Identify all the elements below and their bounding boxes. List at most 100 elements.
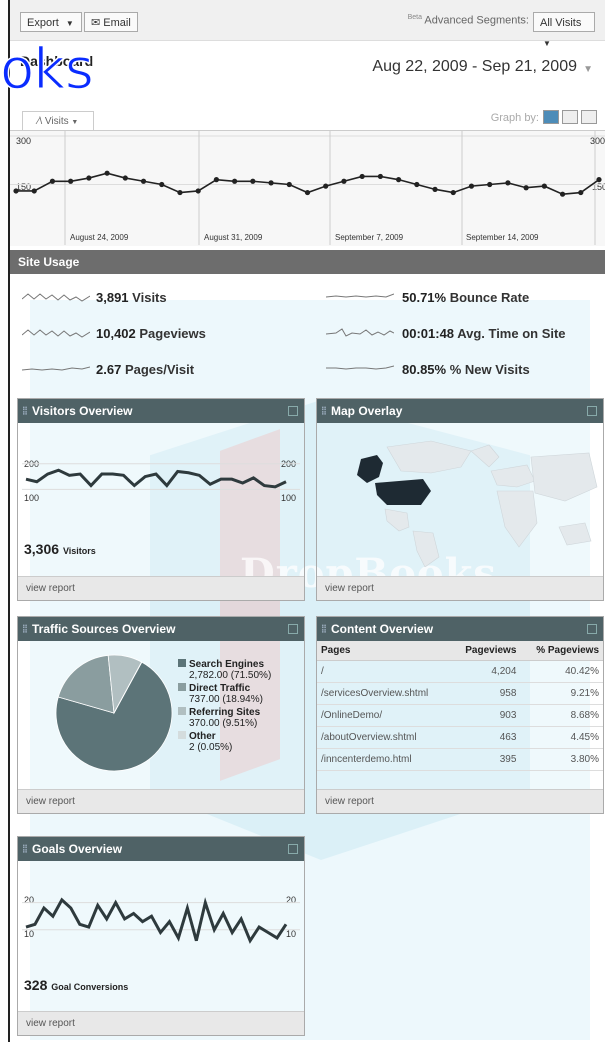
data-point: [523, 185, 529, 191]
line-graph-icon: ⁄\: [37, 116, 43, 127]
data-point: [140, 178, 147, 184]
table-row: / 4,204 40.42%: [317, 660, 603, 683]
drag-handle-icon[interactable]: ⣿: [22, 399, 28, 423]
table-row: /servicesOverview.shtml 958 9.21%: [317, 682, 603, 705]
legend-detail: 2,782.00 (71.50%): [189, 670, 272, 681]
advanced-segments-label: Beta Advanced Segments:: [408, 14, 529, 27]
graph-by-day-button[interactable]: [543, 110, 559, 124]
metric-new-visits[interactable]: 80.85% % New Visits: [402, 362, 530, 377]
sparkline-icon: [326, 293, 394, 298]
drag-handle-icon[interactable]: ⣿: [321, 617, 327, 641]
metric-select-visits[interactable]: ⁄\ Visits ▼: [22, 111, 94, 132]
metric-bounce-rate[interactable]: 50.71% Bounce Rate: [402, 290, 529, 305]
page-link[interactable]: /servicesOverview.shtml: [317, 682, 452, 705]
visits-line-chart: [10, 130, 605, 245]
x-label: August 31, 2009: [204, 233, 263, 242]
traffic-sources-panel: ⣿ Traffic Sources Overview Search Engines…: [17, 616, 305, 814]
legend-item: Search Engines 2,782.00 (71.50%): [178, 659, 271, 681]
visitors-value: 3,306: [24, 541, 60, 557]
legend-swatch: [178, 659, 186, 667]
goals-label: Goal Conversions: [51, 982, 129, 992]
percent-cell: 8.68%: [520, 704, 603, 727]
graph-by-month-button[interactable]: [581, 110, 597, 124]
page-link[interactable]: /aboutOverview.shtml: [317, 726, 452, 749]
data-point: [232, 178, 238, 184]
table-row: /aboutOverview.shtml 463 4.45%: [317, 726, 603, 749]
metric-value: 2.67: [96, 362, 122, 377]
data-point: [414, 181, 420, 188]
traffic-sources-pie-chart: [55, 654, 173, 772]
close-icon[interactable]: [288, 844, 298, 854]
advanced-segments-text: Advanced Segments:: [424, 14, 529, 27]
goals-total: 328 Goal Conversions: [24, 977, 128, 993]
data-point: [122, 175, 128, 181]
map-region-canada: [386, 440, 472, 474]
percent-cell: 4.45%: [520, 726, 603, 749]
view-report-link[interactable]: view report: [18, 1011, 304, 1035]
view-report-link[interactable]: view report: [317, 576, 603, 600]
metric-pageviews[interactable]: 10,402 Pageviews: [96, 326, 206, 341]
x-label: August 24, 2009: [70, 233, 129, 242]
panel-header[interactable]: ⣿ Traffic Sources Overview: [18, 617, 304, 641]
legend-name: Referring Sites: [189, 707, 261, 718]
metric-label: Bounce Rate: [449, 290, 530, 305]
data-point: [432, 186, 438, 192]
metric-value: 00:01:48: [402, 326, 455, 341]
legend-name: Other: [189, 731, 216, 742]
email-button[interactable]: ✉ Email: [84, 12, 138, 32]
pageviews-cell: 903: [451, 704, 521, 727]
panel-header[interactable]: ⣿ Goals Overview: [18, 837, 304, 861]
goals-value: 328: [24, 977, 48, 993]
panel-title: Goals Overview: [32, 842, 123, 856]
drag-handle-icon[interactable]: ⣿: [22, 617, 28, 641]
metric-visits[interactable]: 3,891 Visits: [96, 290, 167, 305]
panel-header[interactable]: ⣿ Content Overview: [317, 617, 603, 641]
metric-avg-time[interactable]: 00:01:48 Avg. Time on Site: [402, 326, 566, 341]
metric-value: 80.85%: [402, 362, 447, 377]
close-icon[interactable]: [288, 406, 298, 416]
chevron-down-icon[interactable]: ▼: [583, 64, 593, 75]
metric-value: 10,402: [96, 326, 136, 341]
map-region-asia: [530, 452, 598, 502]
visits-tab-label: Visits: [44, 116, 69, 127]
column-header-pages[interactable]: Pages: [317, 641, 452, 661]
data-point: [395, 177, 402, 183]
metric-label: % New Visits: [449, 362, 530, 377]
drag-handle-icon[interactable]: ⣿: [321, 399, 327, 423]
visitors-line-chart: [22, 463, 300, 490]
segment-select[interactable]: All Visits ▼: [533, 12, 595, 48]
view-report-link[interactable]: view report: [18, 576, 304, 600]
goals-line-chart: [22, 897, 300, 944]
graph-by-week-button[interactable]: [562, 110, 578, 124]
date-range-picker[interactable]: Aug 22, 2009 - Sep 21, 2009: [372, 58, 577, 76]
data-point: [177, 189, 183, 196]
column-header-pageviews[interactable]: Pageviews: [451, 641, 521, 661]
graph-by-label: Graph by:: [490, 112, 539, 124]
metric-pages-visit[interactable]: 2.67 Pages/Visit: [96, 362, 194, 377]
map-region-south-america: [412, 530, 440, 567]
panel-header[interactable]: ⣿ Visitors Overview: [18, 399, 304, 423]
visitors-overview-panel: ⣿ Visitors Overview 200 100 200 100 3,306…: [17, 398, 305, 601]
column-header-percent-pageviews[interactable]: % Pageviews: [520, 641, 603, 661]
data-point: [104, 170, 110, 176]
page-link[interactable]: /inncenterdemo.html: [317, 748, 452, 771]
site-usage-header: Site Usage: [10, 250, 605, 274]
sparkline-icon: [22, 293, 90, 302]
close-icon[interactable]: [288, 624, 298, 634]
legend-item: Direct Traffic 737.00 (18.94%): [178, 683, 271, 705]
pageviews-cell: 395: [451, 748, 521, 771]
export-button[interactable]: Export ▼: [20, 12, 82, 32]
close-icon[interactable]: [587, 624, 597, 634]
data-point: [468, 183, 475, 189]
page-link[interactable]: /: [317, 660, 452, 683]
view-report-link[interactable]: view report: [317, 789, 603, 813]
legend-swatch: [178, 683, 186, 691]
map-region-australia: [558, 522, 592, 546]
panel-header[interactable]: ⣿ Map Overlay: [317, 399, 603, 423]
data-point: [323, 183, 329, 189]
drag-handle-icon[interactable]: ⣿: [22, 837, 28, 861]
x-label: September 14, 2009: [466, 233, 539, 242]
page-link[interactable]: /OnlineDemo/: [317, 704, 452, 727]
close-icon[interactable]: [587, 406, 597, 416]
view-report-link[interactable]: view report: [18, 789, 304, 813]
